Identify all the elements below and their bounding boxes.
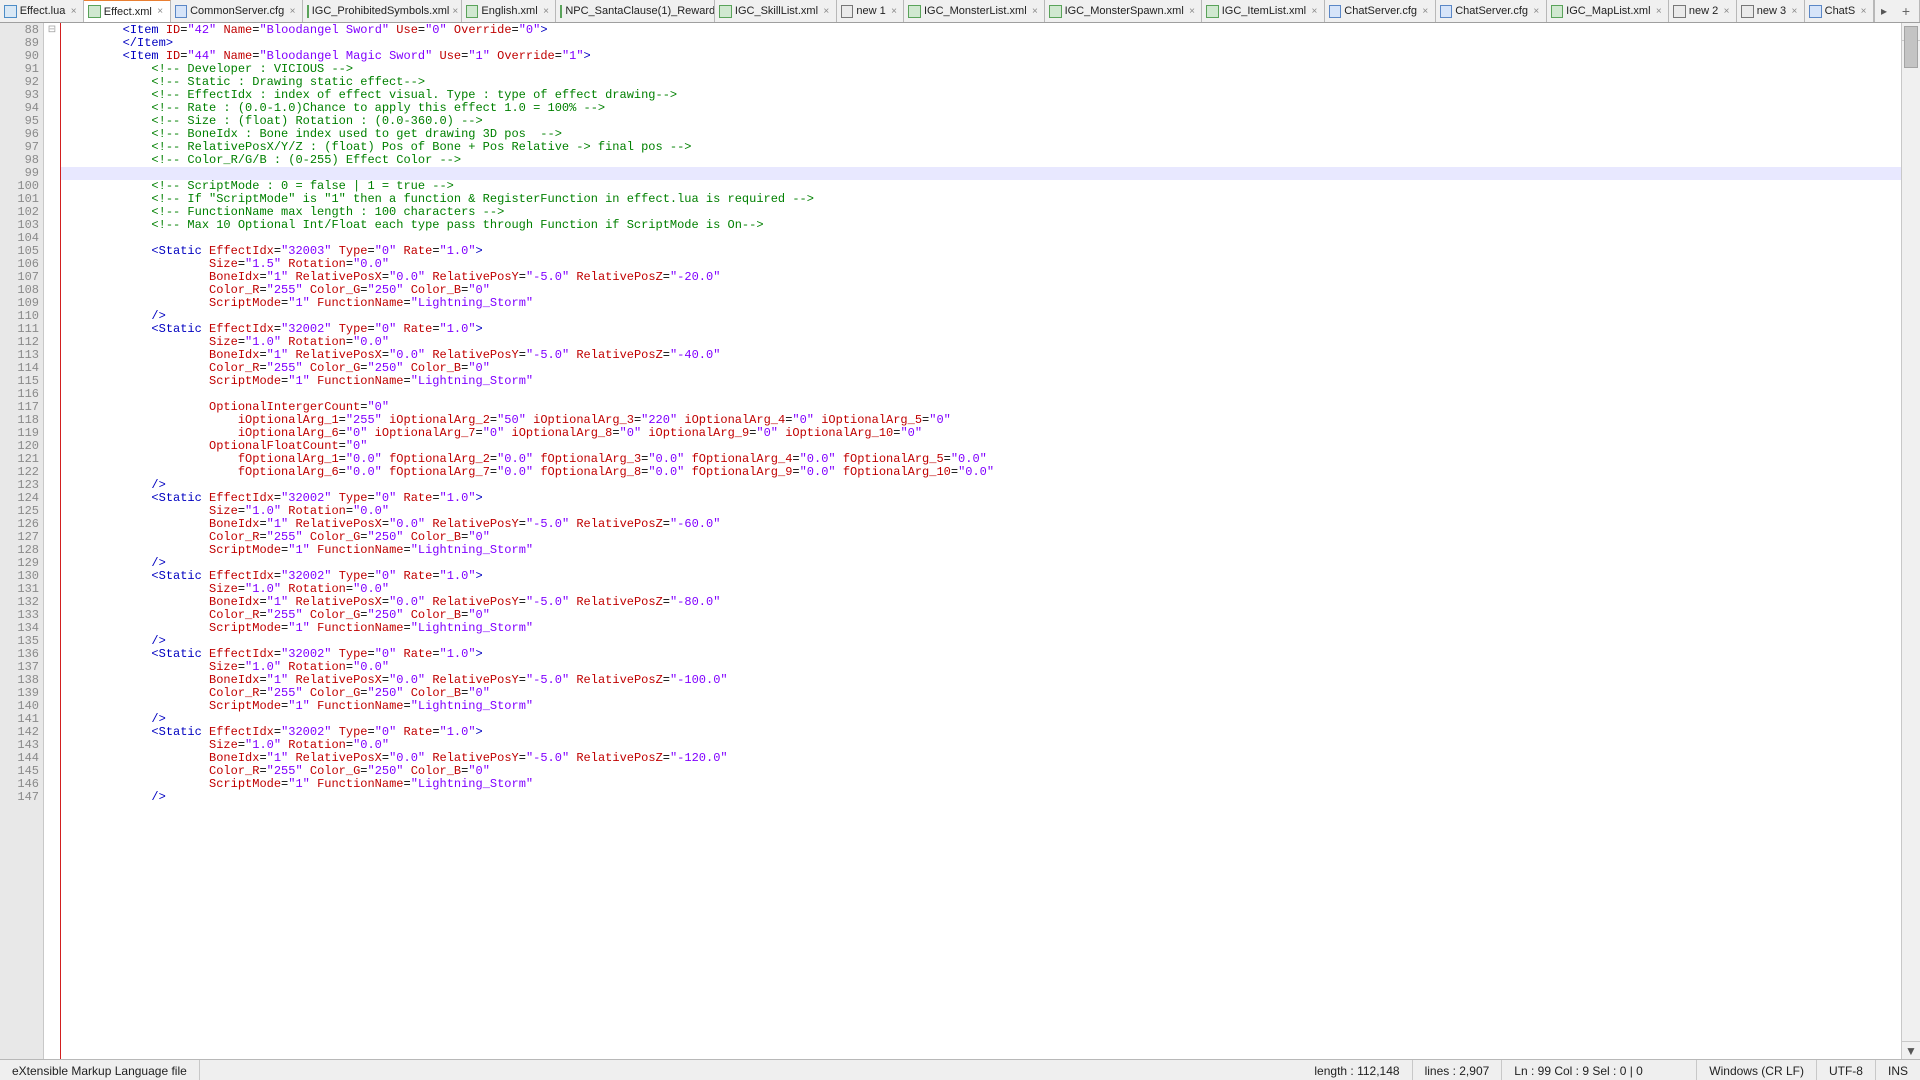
tab-chatserver-cfg[interactable]: ChatServer.cfg× <box>1325 0 1436 22</box>
tab-commonserver-cfg[interactable]: CommonServer.cfg× <box>171 0 303 22</box>
status-length: length : 112,148 <box>1302 1060 1412 1080</box>
close-icon[interactable]: × <box>1789 6 1800 17</box>
close-icon[interactable]: × <box>821 6 832 17</box>
tab-label: IGC_SkillList.xml <box>735 5 818 17</box>
tab-label: new 3 <box>1757 5 1786 17</box>
file-icon <box>1551 5 1564 18</box>
close-icon[interactable]: × <box>1030 6 1040 17</box>
tab-igc-monsterspawn-xml[interactable]: IGC_MonsterSpawn.xml× <box>1045 0 1202 22</box>
file-icon <box>560 5 562 18</box>
editor-area: 8889909192939495969798991001011021031041… <box>0 23 1920 1059</box>
close-icon[interactable]: × <box>452 6 458 17</box>
close-icon[interactable]: × <box>541 6 552 17</box>
line-number: 147 <box>0 791 39 804</box>
code-line[interactable]: <!-- Max 10 Optional Int/Float each type… <box>61 219 1901 232</box>
close-icon[interactable]: × <box>68 6 79 17</box>
tab-label: IGC_MonsterSpawn.xml <box>1065 5 1184 17</box>
status-insert-mode: INS <box>1876 1060 1920 1080</box>
file-icon <box>307 5 309 18</box>
status-lines: lines : 2,907 <box>1413 1060 1503 1080</box>
tab-effect-lua[interactable]: Effect.lua× <box>0 0 84 22</box>
tab-label: NPC_SantaClause(1)_Reward.xml <box>565 5 715 17</box>
code-line[interactable]: /> <box>61 791 1901 804</box>
code-line[interactable]: <!-- Color_R/G/B : (0-255) Effect Color … <box>61 154 1901 167</box>
status-bar: eXtensible Markup Language file length :… <box>0 1059 1920 1080</box>
tab-label: Effect.xml <box>104 6 152 18</box>
code-line[interactable]: ScriptMode="1" FunctionName="Lightning_S… <box>61 375 1901 388</box>
code-line[interactable]: ScriptMode="1" FunctionName="Lightning_S… <box>61 778 1901 791</box>
code-line[interactable]: ScriptMode="1" FunctionName="Lightning_S… <box>61 297 1901 310</box>
close-icon[interactable]: × <box>287 6 298 17</box>
close-icon[interactable]: × <box>1309 6 1320 17</box>
tab-label: new 2 <box>1689 5 1718 17</box>
file-icon <box>1809 5 1822 18</box>
line-number-gutter[interactable]: 8889909192939495969798991001011021031041… <box>0 23 44 1059</box>
tab-igc-itemlist-xml[interactable]: IGC_ItemList.xml× <box>1202 0 1324 22</box>
tab-effect-xml[interactable]: Effect.xml× <box>84 0 170 22</box>
tab-igc-maplist-xml[interactable]: IGC_MapList.xml × <box>1547 0 1669 22</box>
tab-label: IGC_ItemList.xml <box>1222 5 1306 17</box>
tab-igc-prohibitedsymbols-xml[interactable]: IGC_ProhibitedSymbols.xml× <box>303 0 462 22</box>
close-icon[interactable]: × <box>889 6 900 17</box>
tab-npc-santaclause-1-reward-xml[interactable]: NPC_SantaClause(1)_Reward.xml× <box>556 0 715 22</box>
tab-chats[interactable]: ChatS× <box>1805 0 1874 22</box>
tab-label: CommonServer.cfg <box>190 5 284 17</box>
status-position: Ln : 99 Col : 9 Sel : 0 | 0 <box>1502 1060 1697 1080</box>
file-icon <box>1741 5 1754 18</box>
tab-chatserver-cfg[interactable]: ChatServer.cfg× <box>1436 0 1547 22</box>
tab-label: English.xml <box>481 5 537 17</box>
tab-label: ChatServer.cfg <box>1455 5 1528 17</box>
code-line[interactable]: ScriptMode="1" FunctionName="Lightning_S… <box>61 544 1901 557</box>
close-icon[interactable]: × <box>155 6 166 17</box>
tab-igc-skilllist-xml[interactable]: IGC_SkillList.xml× <box>715 0 836 22</box>
file-icon <box>1049 5 1061 18</box>
close-icon[interactable]: × <box>1187 6 1197 17</box>
tab-label: IGC_ProhibitedSymbols.xml <box>312 5 450 17</box>
code-line[interactable]: ScriptMode="1" FunctionName="Lightning_S… <box>61 700 1901 713</box>
tab-igc-monsterlist-xml[interactable]: IGC_MonsterList.xml× <box>904 0 1045 22</box>
close-icon[interactable]: × <box>1531 6 1542 17</box>
file-icon <box>719 5 732 18</box>
file-icon <box>908 5 920 18</box>
file-icon <box>841 5 854 18</box>
code-view[interactable]: <Item ID="42" Name="Bloodangel Sword" Us… <box>61 23 1901 1059</box>
close-icon[interactable]: × <box>1721 6 1732 17</box>
tab-label: IGC_MapList.xml <box>1566 5 1650 17</box>
file-icon <box>175 5 188 18</box>
tab-new-3[interactable]: new 3× <box>1737 0 1805 22</box>
fold-column[interactable]: ⊟ <box>44 23 61 1059</box>
new-tab-button[interactable]: + <box>1893 0 1920 22</box>
tab-english-xml[interactable]: English.xml × <box>462 0 557 22</box>
tab-new-1[interactable]: new 1 × <box>837 0 905 22</box>
file-icon <box>1329 5 1342 18</box>
tab-scroll-right-icon[interactable]: ▸ <box>1874 0 1893 22</box>
fold-marker[interactable]: ⊟ <box>44 24 60 37</box>
tab-label: ChatS <box>1825 5 1856 17</box>
file-icon <box>1673 5 1686 18</box>
status-language: eXtensible Markup Language file <box>0 1060 200 1080</box>
tab-label: IGC_MonsterList.xml <box>924 5 1027 17</box>
code-line[interactable]: ScriptMode="1" FunctionName="Lightning_S… <box>61 622 1901 635</box>
close-icon[interactable]: × <box>1858 6 1869 17</box>
status-encoding: UTF-8 <box>1817 1060 1876 1080</box>
file-icon <box>1440 5 1453 18</box>
vertical-scrollbar[interactable]: ▲ ▼ <box>1901 23 1920 1059</box>
file-icon <box>88 5 101 18</box>
tab-label: new 1 <box>856 5 885 17</box>
file-icon <box>1206 5 1219 18</box>
tab-label: Effect.lua <box>20 5 66 17</box>
file-icon <box>466 5 479 18</box>
close-icon[interactable]: × <box>1654 6 1665 17</box>
tab-label: ChatServer.cfg <box>1344 5 1417 17</box>
tab-strip: Effect.lua×Effect.xml×CommonServer.cfg×I… <box>0 0 1920 23</box>
scroll-down-arrow[interactable]: ▼ <box>1902 1041 1920 1059</box>
tab-new-2[interactable]: new 2× <box>1669 0 1737 22</box>
code-line[interactable]: fOptionalArg_6="0.0" fOptionalArg_7="0.0… <box>61 466 1901 479</box>
file-icon <box>4 5 17 18</box>
code-line[interactable]: <Item ID="42" Name="Bloodangel Sword" Us… <box>61 24 1901 37</box>
scroll-thumb[interactable] <box>1904 26 1918 68</box>
status-eol: Windows (CR LF) <box>1697 1060 1817 1080</box>
close-icon[interactable]: × <box>1420 6 1431 17</box>
